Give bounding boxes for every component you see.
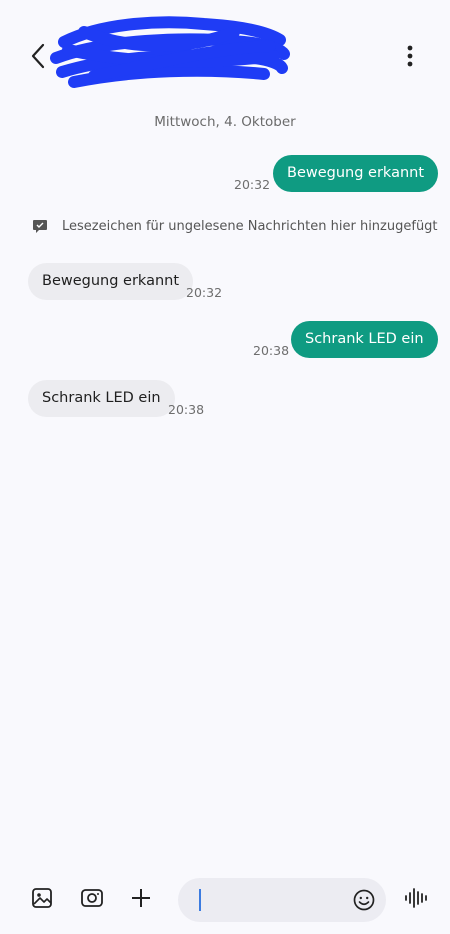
- camera-icon: [81, 889, 103, 907]
- camera-button[interactable]: [78, 884, 106, 912]
- composer-bar: [0, 872, 450, 934]
- incoming-message-bubble[interactable]: Bewegung erkannt: [28, 263, 194, 300]
- message-time: 20:32: [186, 285, 223, 300]
- attach-plus-button[interactable]: [127, 884, 155, 912]
- date-separator: Mittwoch, 4. Oktober: [154, 114, 296, 130]
- message-input[interactable]: [202, 878, 352, 922]
- more-vertical-icon: [407, 45, 413, 67]
- text-caret: [199, 889, 201, 911]
- gallery-icon: [32, 888, 52, 908]
- message-time: 20:38: [253, 343, 290, 358]
- message-compose-field[interactable]: [178, 878, 386, 922]
- message-time: 20:38: [168, 402, 205, 417]
- message-time: 20:32: [234, 177, 271, 192]
- gallery-button[interactable]: [28, 884, 56, 912]
- voice-icon: [405, 888, 427, 908]
- contact-name-redaction: [50, 16, 290, 88]
- bookmark-notice-text: Lesezeichen für ungelesene Nachrichten h…: [62, 218, 438, 234]
- plus-icon: [132, 889, 150, 907]
- more-options-button[interactable]: [396, 40, 424, 72]
- outgoing-message-bubble[interactable]: Schrank LED ein: [291, 321, 438, 358]
- incoming-message-bubble[interactable]: Schrank LED ein: [28, 380, 175, 417]
- chat-header: [0, 0, 450, 110]
- outgoing-message-bubble[interactable]: Bewegung erkannt: [273, 155, 439, 192]
- emoji-button[interactable]: [352, 888, 376, 912]
- unread-bookmark-notice: Lesezeichen für ungelesene Nachrichten h…: [32, 218, 438, 234]
- bookmark-message-icon: [33, 220, 47, 233]
- voice-record-button[interactable]: [402, 884, 430, 912]
- emoji-icon: [353, 889, 375, 911]
